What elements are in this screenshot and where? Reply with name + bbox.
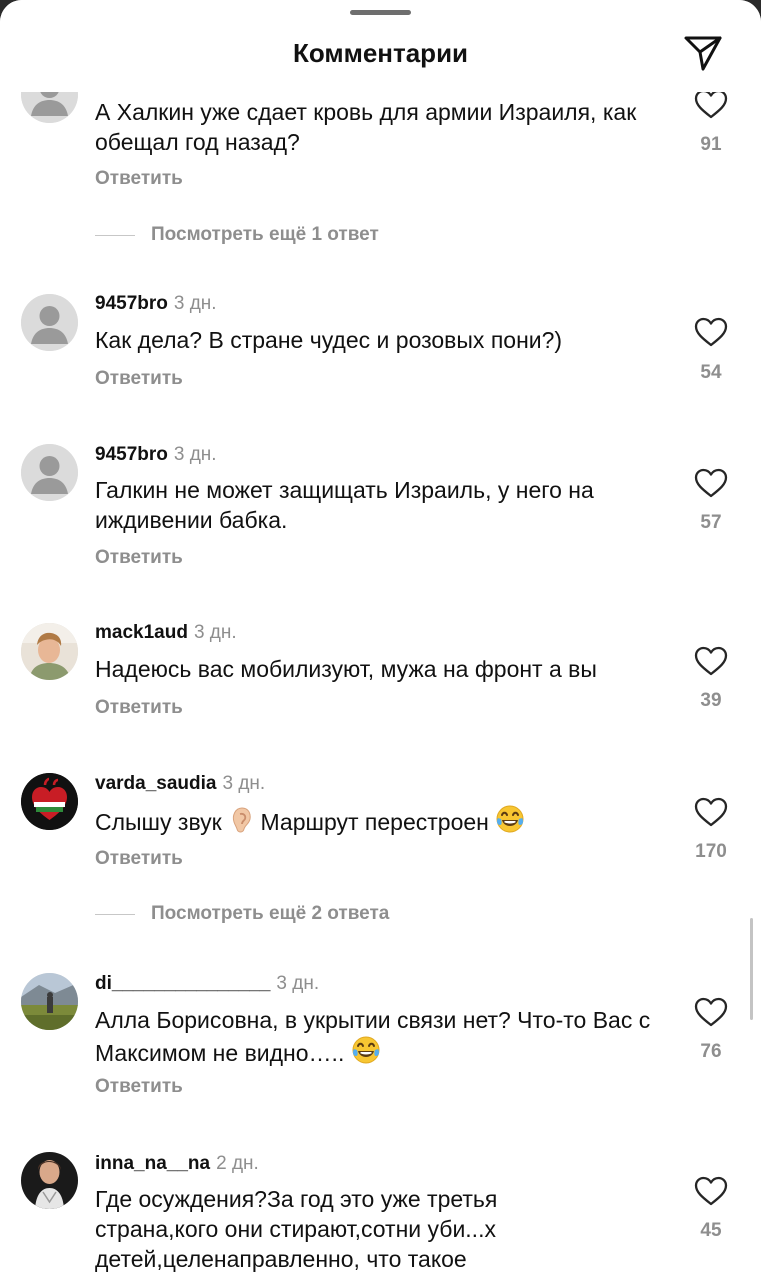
- timestamp: 3 дн.: [222, 773, 266, 794]
- view-more-replies-button[interactable]: Посмотреть ещё 1 ответ: [95, 224, 425, 248]
- reply-button[interactable]: Ответить: [95, 1076, 183, 1098]
- comment-meta: di_______________ 3 дн.: [95, 973, 319, 995]
- profile-photo: [21, 623, 78, 680]
- like-count: 170: [695, 841, 727, 862]
- comment-text: Галкин не может защищать Израиль, у него…: [95, 477, 594, 533]
- reply-button[interactable]: Ответить: [95, 547, 183, 569]
- comment-text: А Халкин уже сдает кровь для армии Израи…: [95, 99, 637, 155]
- comment-text: Как дела? В стране чудес и розовых пони?…: [95, 327, 563, 353]
- profile-photo: [21, 973, 78, 1030]
- heart-icon[interactable]: [693, 88, 729, 120]
- like-count: 54: [700, 362, 722, 383]
- heart-icon[interactable]: [693, 996, 729, 1028]
- reply-button[interactable]: Ответить: [95, 368, 183, 390]
- comment-meta: inna_na__na 2 дн.: [95, 1153, 259, 1175]
- heart-icon[interactable]: [693, 796, 729, 828]
- heart-icon[interactable]: [693, 1175, 729, 1207]
- view-more-replies-button[interactable]: Посмотреть ещё 2 ответа: [95, 903, 445, 927]
- like-count: 57: [700, 512, 722, 533]
- like-count: 45: [700, 1220, 722, 1241]
- timestamp: 3 дн.: [276, 973, 320, 994]
- comment-meta: mack1aud 3 дн.: [95, 622, 237, 644]
- comment-text: Надеюсь вас мобилизуют, мужа на фронт а …: [95, 656, 597, 682]
- avatar[interactable]: [21, 1152, 78, 1209]
- default-avatar-icon: [21, 294, 78, 351]
- username[interactable]: 9457bro: [95, 293, 168, 314]
- profile-photo: [21, 1152, 78, 1209]
- heart-flag-avatar-image: [21, 773, 78, 830]
- tears-of-joy-emoji-icon: [352, 1036, 380, 1064]
- divider-line: [95, 914, 135, 915]
- timestamp: 3 дн.: [193, 622, 237, 643]
- comment-meta: varda_saudia 3 дн.: [95, 773, 265, 795]
- comment-text: Где осуждения?За год это уже третья стра…: [95, 1186, 498, 1272]
- scrollbar[interactable]: [750, 918, 753, 1020]
- like-count: 91: [700, 134, 722, 155]
- default-avatar-icon: [21, 444, 78, 501]
- heart-icon[interactable]: [693, 316, 729, 348]
- drag-handle[interactable]: [350, 10, 411, 15]
- avatar[interactable]: [21, 444, 78, 501]
- avatar[interactable]: [21, 773, 78, 830]
- comments-list[interactable]: А Халкин уже сдает кровь для армии Израи…: [0, 0, 761, 1280]
- username[interactable]: mack1aud: [95, 622, 188, 643]
- page-title: Комментарии: [292, 38, 469, 68]
- username[interactable]: di_______________: [95, 973, 270, 994]
- timestamp: 3 дн.: [173, 293, 217, 314]
- divider-line: [95, 235, 135, 236]
- comment-text: Алла Борисовна, в укрытии связи нет? Что…: [95, 1005, 685, 1068]
- view-more-label: Посмотреть ещё 2 ответа: [151, 903, 390, 924]
- comments-sheet: А Халкин уже сдает кровь для армии Израи…: [0, 0, 761, 1280]
- comment-meta: 9457bro 3 дн.: [95, 293, 217, 315]
- reply-button[interactable]: Ответить: [95, 168, 183, 190]
- tears-of-joy-emoji-icon: [496, 805, 524, 833]
- heart-icon[interactable]: [693, 467, 729, 499]
- comment-meta: 9457bro 3 дн.: [95, 444, 217, 466]
- username[interactable]: inna_na__na: [95, 1153, 210, 1174]
- username[interactable]: 9457bro: [95, 444, 168, 465]
- avatar[interactable]: [21, 973, 78, 1030]
- username[interactable]: varda_saudia: [95, 773, 216, 794]
- comment-text-part: Маршрут перестроен: [254, 809, 496, 835]
- ear-emoji-icon: [233, 807, 251, 833]
- avatar[interactable]: [21, 294, 78, 351]
- avatar[interactable]: [21, 623, 78, 680]
- timestamp: 2 дн.: [216, 1153, 259, 1174]
- comment-text: Слышу звук Маршрут перестроен: [95, 804, 685, 837]
- timestamp: 3 дн.: [173, 444, 217, 465]
- paper-plane-icon[interactable]: [682, 32, 724, 74]
- heart-icon[interactable]: [693, 645, 729, 677]
- like-count: 76: [700, 1041, 722, 1062]
- like-count: 39: [700, 690, 722, 711]
- reply-button[interactable]: Ответить: [95, 848, 183, 870]
- sheet-header: Комментарии: [0, 0, 761, 92]
- comment-text-part: Слышу звук: [95, 809, 229, 835]
- view-more-label: Посмотреть ещё 1 ответ: [151, 224, 379, 245]
- reply-button[interactable]: Ответить: [95, 697, 183, 719]
